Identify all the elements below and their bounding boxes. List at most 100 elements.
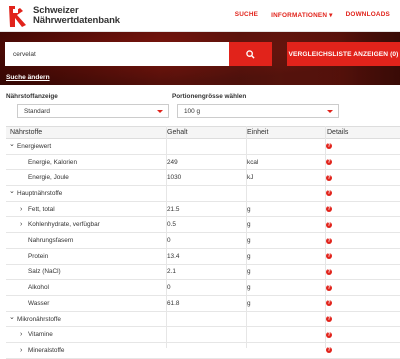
nutrient-name: Fett, total	[28, 205, 55, 213]
chevron-down-icon[interactable]: ⌄	[9, 313, 17, 321]
header-details: Details	[327, 129, 349, 136]
table-group-row[interactable]: ⌄ Hauptnährstoffe?	[6, 186, 400, 202]
nutrient-value: 1030	[167, 174, 182, 182]
details-cell: ?	[326, 139, 332, 154]
table-row[interactable]: › Mineralstoffe?	[6, 343, 400, 359]
chevron-down-icon[interactable]: ⌄	[9, 187, 17, 195]
help-icon[interactable]: ?	[326, 253, 332, 260]
table-row[interactable]: › Fett, total 21.5 g?	[6, 202, 400, 218]
chevron-down-icon	[327, 110, 333, 113]
details-cell: ?	[326, 249, 332, 264]
help-icon[interactable]: ?	[326, 206, 332, 213]
compare-list-button[interactable]: VERGLEICHSLISTE ANZEIGEN (0)	[287, 42, 400, 66]
help-icon[interactable]: ?	[326, 237, 332, 244]
details-cell: ?	[326, 233, 332, 248]
nutrient-unit: g	[247, 268, 251, 276]
table-row: Nahrungsfasern 0 g?	[6, 233, 400, 249]
help-icon[interactable]: ?	[326, 268, 332, 275]
logo-icon[interactable]	[6, 3, 32, 29]
details-cell: ?	[326, 327, 332, 342]
search-button[interactable]	[229, 42, 272, 66]
nutrient-name-cell: Energie, Kalorien	[20, 155, 77, 170]
portion-select-value: 100 g	[184, 108, 200, 115]
nutrient-unit: g	[247, 299, 251, 307]
nutrient-unit: kJ	[247, 174, 254, 182]
table-row: Protein 13.4 g?	[6, 249, 400, 265]
change-search-link[interactable]: Suche ändern	[6, 74, 50, 81]
details-cell: ?	[326, 202, 332, 217]
help-icon[interactable]: ?	[326, 284, 332, 291]
table-group-row[interactable]: ⌄ Mikronährstoffe?	[6, 312, 400, 328]
nutrient-name: Energie, Kalorien	[28, 158, 78, 166]
nutrient-value: 0.5	[167, 221, 176, 229]
nutrient-value: 21.5	[167, 205, 180, 213]
nutrient-name: Nahrungsfasern	[28, 237, 74, 245]
nutrient-unit: kcal	[247, 158, 259, 166]
help-icon[interactable]: ?	[326, 316, 332, 323]
nav-item-suche[interactable]: SUCHE	[235, 11, 258, 19]
details-cell: ?	[326, 280, 332, 295]
table-header: Nährstoffe Gehalt Einheit Details	[6, 126, 400, 139]
table-row: Energie, Joule 1030 kJ?	[6, 170, 400, 187]
nav-item-informationen[interactable]: INFORMATIONEN ▾	[271, 11, 332, 19]
nutrient-unit: g	[247, 252, 251, 260]
header-einheit: Einheit	[247, 129, 269, 136]
nutrient-name-cell: Wasser	[20, 296, 49, 311]
chevron-right-icon[interactable]: ›	[20, 221, 28, 228]
nutrient-name-cell: Alkohol	[20, 280, 49, 295]
nutrient-name-cell: › Mineralstoffe	[20, 343, 64, 358]
brand-title[interactable]: Schweizer Nährwertdatenbank	[33, 6, 120, 26]
nutrient-name-cell: ⌄ Mikronährstoffe	[9, 312, 61, 327]
nutrient-name: Mikronährstoffe	[17, 315, 61, 323]
filters-section: Nährstoffanzeige Portionengrösse wählen …	[0, 85, 400, 125]
table-row[interactable]: › Kohlenhydrate, verfügbar 0.5 g?	[6, 218, 400, 234]
details-cell: ?	[326, 218, 332, 233]
help-icon[interactable]: ?	[326, 221, 332, 228]
nutrient-unit: g	[247, 205, 251, 213]
chevron-right-icon[interactable]: ›	[20, 206, 28, 213]
display-select[interactable]: Standard	[17, 104, 169, 118]
site-header: Schweizer Nährwertdatenbank SUCHE INFORM…	[0, 0, 400, 32]
help-icon[interactable]: ?	[326, 190, 332, 197]
nutrient-value: 0	[167, 284, 171, 292]
help-icon[interactable]: ?	[326, 300, 332, 307]
details-cell: ?	[326, 265, 332, 280]
nutrient-name: Energie, Joule	[28, 174, 69, 182]
table-group-row[interactable]: ⌄ Energiewert?	[6, 139, 400, 155]
help-icon[interactable]: ?	[326, 143, 332, 150]
portion-label: Portionengrösse wählen	[172, 93, 247, 100]
main-nav: SUCHE INFORMATIONEN ▾ DOWNLOADS	[235, 11, 390, 19]
details-cell: ?	[326, 155, 332, 170]
nutrient-value: 249	[167, 158, 178, 166]
nutrient-name-cell: Energie, Joule	[20, 170, 69, 185]
nutrient-name-cell: ⌄ Energiewert	[9, 139, 51, 154]
table-row: Wasser 61.8 g?	[6, 296, 400, 312]
display-select-value: Standard	[24, 108, 50, 115]
help-icon[interactable]: ?	[326, 347, 332, 354]
portion-select[interactable]: 100 g	[177, 104, 339, 118]
help-icon[interactable]: ?	[326, 159, 332, 166]
chevron-right-icon[interactable]: ›	[20, 331, 28, 338]
nutrient-name-cell: Salz (NaCl)	[20, 265, 61, 280]
header-gehalt: Gehalt	[167, 129, 188, 136]
nutrient-name-cell: Nahrungsfasern	[20, 233, 73, 248]
nutrient-unit: g	[247, 237, 251, 245]
nutrient-name: Protein	[28, 252, 49, 260]
nutrient-unit: g	[247, 221, 251, 229]
table-row: Salz (NaCl) 2.1 g?	[6, 265, 400, 281]
chevron-down-icon	[157, 110, 163, 113]
table-row[interactable]: › Vitamine?	[6, 327, 400, 344]
nutrient-name-cell: › Fett, total	[20, 202, 55, 217]
search-input[interactable]	[5, 42, 229, 66]
nutrient-name: Salz (NaCl)	[28, 268, 61, 276]
nutrient-name: Alkohol	[28, 284, 49, 292]
nutrient-name-cell: › Kohlenhydrate, verfügbar	[20, 218, 100, 233]
nutrient-value: 2.1	[167, 268, 176, 276]
search-hero: VERGLEICHSLISTE ANZEIGEN (0) Suche änder…	[0, 32, 400, 85]
table-row: Energie, Kalorien 249 kcal?	[6, 155, 400, 171]
chevron-down-icon[interactable]: ⌄	[9, 140, 17, 148]
help-icon[interactable]: ?	[326, 331, 332, 338]
nav-item-downloads[interactable]: DOWNLOADS	[346, 11, 390, 19]
nutrient-value: 0	[167, 237, 171, 245]
help-icon[interactable]: ?	[326, 174, 332, 181]
